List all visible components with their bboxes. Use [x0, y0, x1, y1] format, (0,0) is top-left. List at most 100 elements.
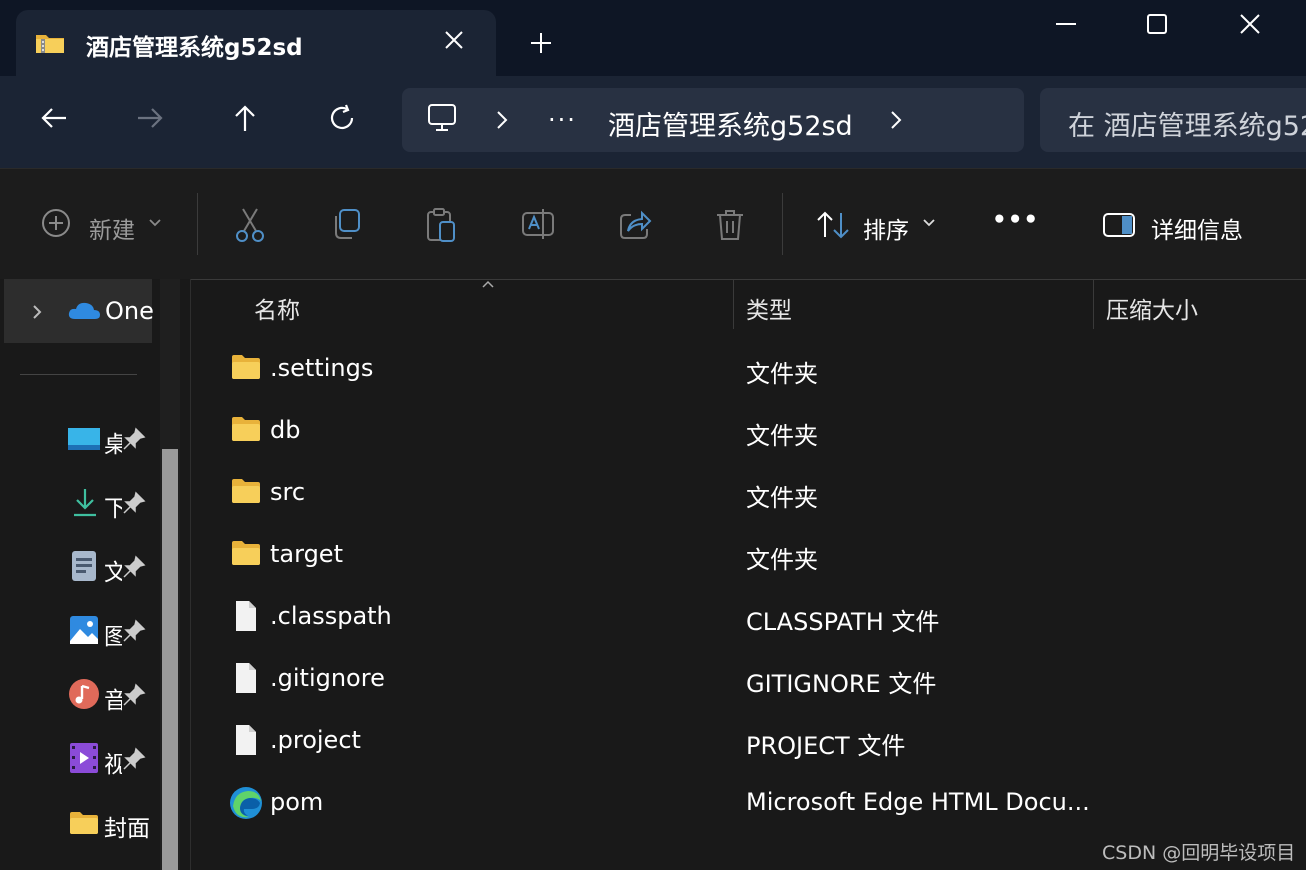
sidebar-item-label: 视 — [104, 752, 122, 778]
share-icon[interactable] — [618, 207, 652, 241]
search-box[interactable]: 在 酒店管理系统g52sd 中搜索 — [1040, 88, 1306, 152]
file-type: CLASSPATH 文件 — [746, 608, 940, 636]
details-pane-icon[interactable] — [1102, 211, 1136, 239]
new-plus-icon[interactable] — [40, 207, 72, 239]
sidebar-item-downloads[interactable]: 下 — [66, 485, 156, 522]
toolbar-divider — [197, 193, 198, 255]
zip-folder-icon — [36, 35, 64, 53]
desktop-icon — [68, 428, 100, 450]
address-bar[interactable]: ··· 酒店管理系统g52sd — [402, 88, 1024, 152]
file-type: 文件夹 — [746, 546, 818, 574]
column-separator[interactable] — [1093, 279, 1094, 329]
file-type: 文件夹 — [746, 422, 818, 450]
sidebar-item-label: 封面 — [104, 816, 150, 842]
pin-icon — [123, 619, 146, 642]
computer-icon[interactable] — [426, 102, 458, 134]
sidebar-item-cover-folder[interactable]: 封面 — [66, 805, 156, 842]
maximize-icon[interactable] — [1143, 10, 1171, 38]
column-separator[interactable] — [733, 279, 734, 329]
videos-icon — [70, 743, 98, 773]
file-type: 文件夹 — [746, 484, 818, 512]
file-name: .classpath — [270, 602, 392, 630]
file-row[interactable]: .project PROJECT 文件 — [191, 712, 1306, 774]
file-row[interactable]: .classpath CLASSPATH 文件 — [191, 588, 1306, 650]
chevron-right-icon[interactable] — [30, 303, 44, 321]
sidebar-scrollbar-thumb[interactable] — [162, 449, 178, 870]
chevron-down-icon[interactable] — [921, 217, 937, 229]
sidebar-item-music[interactable]: 音 — [66, 677, 156, 714]
breadcrumb-current[interactable]: 酒店管理系统g52sd — [608, 104, 853, 143]
file-row[interactable]: target 文件夹 — [191, 526, 1306, 588]
rename-icon[interactable] — [521, 207, 555, 241]
sidebar-item-pictures[interactable]: 图 — [66, 613, 156, 650]
file-type: Microsoft Edge HTML Docu... — [746, 788, 1090, 816]
folder-icon — [70, 812, 98, 834]
file-row[interactable]: .gitignore GITIGNORE 文件 — [191, 650, 1306, 712]
delete-icon[interactable] — [714, 207, 746, 243]
column-compressed-size[interactable]: 压缩大小 — [1106, 291, 1198, 325]
tab-title: 酒店管理系统g52sd — [86, 35, 303, 61]
sidebar-item-onedrive[interactable]: One — [4, 279, 154, 343]
chevron-right-icon[interactable] — [492, 107, 512, 133]
refresh-icon[interactable] — [326, 102, 358, 134]
watermark: CSDN @回明毕设项目 — [1102, 842, 1296, 864]
sidebar-item-label: 音 — [104, 688, 122, 714]
chevron-down-icon[interactable] — [147, 217, 163, 229]
chevron-right-icon[interactable] — [886, 107, 906, 133]
folder-icon — [232, 417, 260, 441]
downloads-icon — [74, 489, 96, 517]
column-header: 名称 类型 压缩大小 — [191, 279, 1306, 335]
file-name: .gitignore — [270, 664, 385, 692]
documents-icon — [72, 551, 96, 581]
more-options-button[interactable]: ••• — [992, 207, 1039, 233]
file-icon — [236, 725, 256, 755]
sidebar-item-desktop[interactable]: 桌 — [66, 421, 156, 458]
cut-icon[interactable] — [234, 207, 266, 243]
minimize-icon[interactable] — [1052, 10, 1080, 38]
sidebar-item-label: 图 — [104, 624, 122, 650]
file-type: PROJECT 文件 — [746, 732, 906, 760]
sidebar-item-label: One — [105, 297, 154, 325]
copy-icon[interactable] — [330, 207, 362, 241]
column-type[interactable]: 类型 — [746, 291, 792, 325]
onedrive-cloud-icon — [68, 302, 100, 319]
sidebar-item-documents[interactable]: 文 — [66, 549, 156, 586]
file-icon — [236, 663, 256, 693]
tab-current[interactable]: 酒店管理系统g52sd — [16, 10, 496, 76]
close-tab-icon[interactable] — [440, 26, 468, 54]
file-name: target — [270, 540, 343, 568]
column-name[interactable]: 名称 — [254, 291, 300, 325]
file-row[interactable]: .settings 文件夹 — [191, 340, 1306, 402]
up-arrow-icon[interactable] — [229, 102, 261, 134]
file-name: pom — [270, 788, 324, 816]
music-icon — [69, 679, 99, 709]
folder-icon — [232, 355, 260, 379]
file-type: GITIGNORE 文件 — [746, 670, 937, 698]
new-button[interactable]: 新建 — [89, 211, 135, 245]
file-row[interactable]: db 文件夹 — [191, 402, 1306, 464]
close-window-icon[interactable] — [1236, 10, 1264, 38]
sidebar-item-videos[interactable]: 视 — [66, 741, 156, 778]
sort-icon[interactable] — [815, 209, 851, 241]
sidebar-item-label: 桌 — [104, 432, 122, 458]
details-button[interactable]: 详细信息 — [1151, 211, 1243, 245]
pin-icon — [123, 555, 146, 578]
title-bar: 酒店管理系统g52sd — [0, 0, 1306, 76]
sort-button[interactable]: 排序 — [863, 211, 909, 245]
file-icon — [236, 601, 256, 631]
paste-icon[interactable] — [425, 207, 457, 243]
breadcrumb-overflow[interactable]: ··· — [548, 106, 577, 134]
file-name: src — [270, 478, 306, 506]
pin-icon — [123, 747, 146, 770]
new-tab-icon[interactable] — [528, 30, 554, 56]
file-type: 文件夹 — [746, 360, 818, 388]
file-row[interactable]: pom Microsoft Edge HTML Docu... — [191, 774, 1306, 836]
sort-ascending-icon — [482, 280, 494, 288]
navigation-bar: ··· 酒店管理系统g52sd 在 酒店管理系统g52sd 中搜索 — [0, 76, 1306, 168]
forward-arrow-icon[interactable] — [134, 102, 166, 134]
pin-icon — [123, 427, 146, 450]
file-row[interactable]: src 文件夹 — [191, 464, 1306, 526]
edge-icon — [230, 787, 262, 819]
pin-icon — [123, 491, 146, 514]
back-arrow-icon[interactable] — [38, 102, 70, 134]
